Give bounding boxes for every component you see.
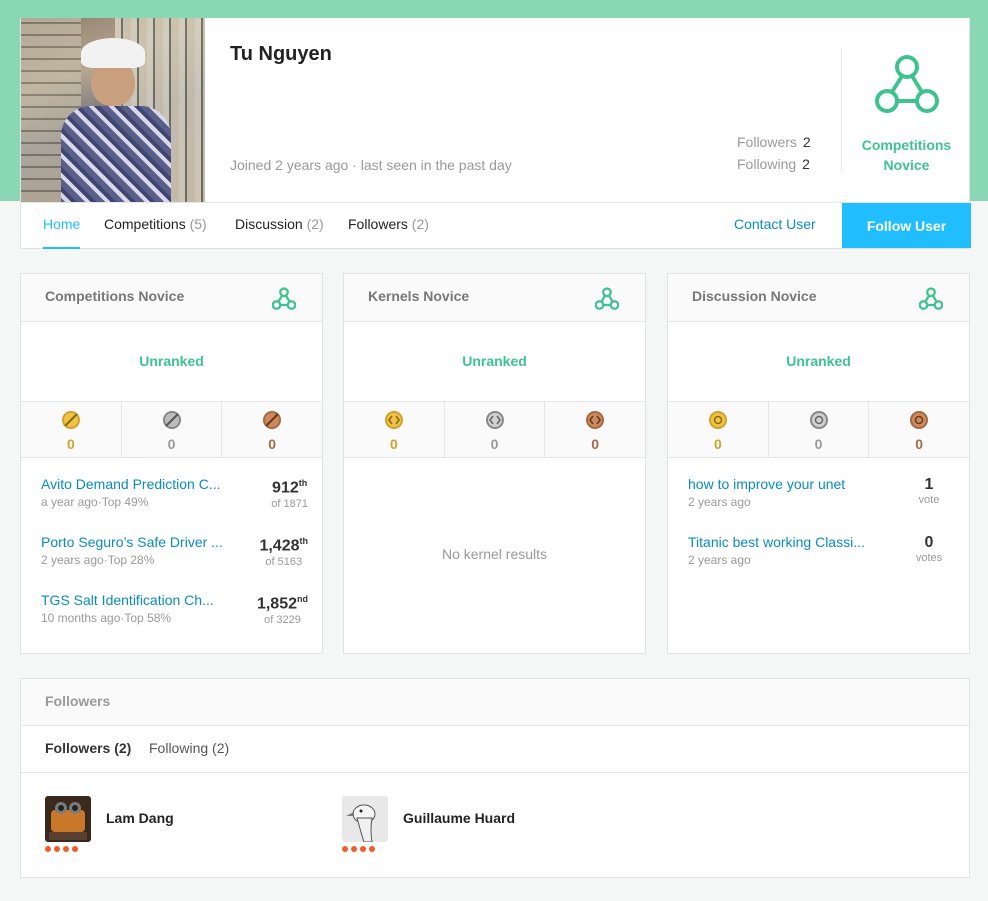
competitions-panel: Competitions Novice Unranked 0 0 0 Avito… xyxy=(20,273,323,654)
tab-followers-list[interactable]: Followers (2) xyxy=(45,740,131,756)
tab-following-list[interactable]: Following (2) xyxy=(149,740,229,756)
tab-followers[interactable]: Followers (2) xyxy=(348,203,429,249)
competition-title-link[interactable]: Avito Demand Prediction C... xyxy=(41,476,237,492)
follow-user-button[interactable]: Follow User xyxy=(842,203,971,248)
medal-counts: 0 0 0 xyxy=(668,402,969,458)
tab-competitions[interactable]: Competitions (5) xyxy=(104,203,207,249)
silver-medal: 0 xyxy=(445,402,546,457)
tier-badge[interactable]: Competitions Novice xyxy=(842,18,971,202)
competition-rank: 1,428th of 5163 xyxy=(259,536,308,569)
followers-count[interactable]: 2 xyxy=(803,134,811,156)
discussion-title-link[interactable]: how to improve your unet xyxy=(688,476,884,492)
discussion-meta: 2 years ago xyxy=(688,495,751,509)
competition-meta: 10 months ago·Top 58% xyxy=(41,611,172,625)
silver-medal: 0 xyxy=(769,402,870,457)
competition-title-link[interactable]: TGS Salt Identification Ch... xyxy=(41,592,237,608)
competition-item[interactable]: Porto Seguro’s Safe Driver ... 2 years a… xyxy=(21,516,322,574)
silver-discussion-medal-icon xyxy=(809,411,828,429)
followers-panel: Followers Followers (2) Following (2) La… xyxy=(20,678,970,878)
vote-count: 0 votes xyxy=(915,534,943,564)
follow-stats: Followers 2 Following 2 xyxy=(737,134,811,178)
bronze-medal: 0 xyxy=(222,402,322,457)
competition-title-link[interactable]: Porto Seguro’s Safe Driver ... xyxy=(41,534,237,550)
competition-rank: 1,852nd of 3229 xyxy=(256,594,308,627)
competition-rank: 912th of 1871 xyxy=(271,478,308,511)
gold-medal-icon xyxy=(61,411,80,429)
panel-title: Discussion Novice xyxy=(692,288,817,304)
rank-status: Unranked xyxy=(21,322,322,402)
bronze-discussion-medal-icon xyxy=(910,411,929,429)
novice-tier-dots xyxy=(45,846,78,852)
novice-tier-icon xyxy=(919,287,943,310)
follower-name[interactable]: Guillaume Huard xyxy=(403,810,515,826)
competition-item[interactable]: Avito Demand Prediction C... a year ago·… xyxy=(21,458,322,516)
profile-photo xyxy=(21,18,205,202)
following-label[interactable]: Following xyxy=(737,156,796,178)
discussion-title-link[interactable]: Titanic best working Classi... xyxy=(688,534,884,550)
discussion-meta: 2 years ago xyxy=(688,553,751,567)
rank-status: Unranked xyxy=(344,322,645,402)
bronze-medal: 0 xyxy=(869,402,969,457)
discussion-item[interactable]: how to improve your unet 2 years ago 1 vo… xyxy=(668,458,969,516)
novice-tier-dots xyxy=(342,846,375,852)
rank-status: Unranked xyxy=(668,322,969,402)
profile-tabbar: Home Competitions (5) Discussion (2) Fol… xyxy=(21,202,971,249)
novice-tier-icon xyxy=(874,55,939,113)
panel-title: Competitions Novice xyxy=(45,288,185,304)
tier-label: Competitions Novice xyxy=(861,137,952,173)
silver-medal-icon xyxy=(162,411,181,429)
followers-label[interactable]: Followers xyxy=(737,134,797,156)
profile-card: Tu Nguyen Joined 2 years ago · last seen… xyxy=(20,18,971,249)
novice-tier-icon xyxy=(272,287,296,310)
bronze-code-medal-icon xyxy=(586,411,605,429)
competition-meta: a year ago·Top 49% xyxy=(41,495,149,509)
bronze-medal: 0 xyxy=(545,402,645,457)
profile-joined-info: Joined 2 years ago · last seen in the pa… xyxy=(230,157,512,173)
bronze-medal-icon xyxy=(263,411,282,429)
following-count[interactable]: 2 xyxy=(802,156,810,178)
tab-home[interactable]: Home xyxy=(43,203,81,249)
medal-counts: 0 0 0 xyxy=(21,402,322,458)
avatar[interactable] xyxy=(45,796,91,842)
profile-name: Tu Nguyen xyxy=(230,43,332,65)
gold-medal: 0 xyxy=(21,402,122,457)
gold-medal: 0 xyxy=(668,402,769,457)
panel-title: Kernels Novice xyxy=(368,288,470,304)
avatar[interactable] xyxy=(342,796,388,842)
novice-tier-icon xyxy=(595,287,619,310)
competition-meta: 2 years ago·Top 28% xyxy=(41,553,155,567)
medal-counts: 0 0 0 xyxy=(344,402,645,458)
gold-code-medal-icon xyxy=(384,411,403,429)
silver-code-medal-icon xyxy=(485,411,504,429)
competition-item[interactable]: TGS Salt Identification Ch... 10 months … xyxy=(21,574,322,632)
contact-user-link[interactable]: Contact User xyxy=(734,203,816,245)
vote-count: 1 vote xyxy=(918,476,940,506)
gold-medal: 0 xyxy=(344,402,445,457)
kernels-panel: Kernels Novice Unranked 0 0 0 No kernel … xyxy=(343,273,646,654)
tab-discussion[interactable]: Discussion (2) xyxy=(235,203,324,249)
gold-discussion-medal-icon xyxy=(708,411,727,429)
discussion-panel: Discussion Novice Unranked 0 0 0 how to … xyxy=(667,273,970,654)
discussion-item[interactable]: Titanic best working Classi... 2 years a… xyxy=(668,516,969,574)
followers-panel-title: Followers xyxy=(45,693,111,709)
follower-name[interactable]: Lam Dang xyxy=(106,810,174,826)
empty-state: No kernel results xyxy=(441,546,548,562)
silver-medal: 0 xyxy=(122,402,223,457)
